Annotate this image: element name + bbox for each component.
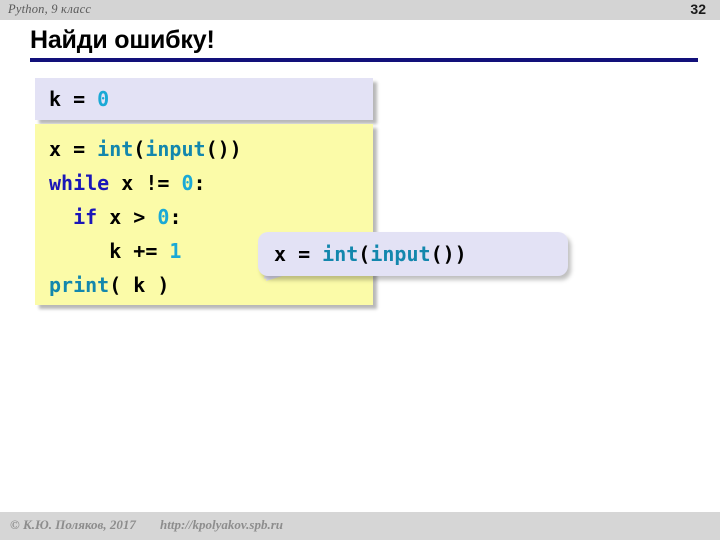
code-token: int [322, 242, 359, 266]
code-token: int [97, 137, 134, 161]
code-token: ( k ) [109, 273, 170, 297]
title-underline-rule [30, 58, 698, 62]
top-header-bar: Python, 9 класс 32 [0, 0, 720, 20]
code-token: if [73, 205, 98, 229]
callout-balloon: x = int(input()) [258, 232, 568, 281]
code-token: ( [358, 242, 371, 266]
code-token: ()) [430, 242, 467, 266]
callout-code-text: x = int(input()) [258, 232, 568, 276]
footer-bar: © К.Ю. Поляков, 2017 http://kpolyakov.sp… [0, 512, 720, 540]
code-token: print [49, 273, 110, 297]
code-token: input [370, 242, 431, 266]
code-line: if x > 0: [49, 200, 373, 234]
code-token: k = [49, 87, 98, 111]
footer-copyright: © К.Ю. Поляков, 2017 [10, 517, 136, 532]
code-token: x != [109, 171, 182, 195]
slide-page-number: 32 [690, 1, 706, 17]
footer-url[interactable]: http://kpolyakov.spb.ru [160, 517, 283, 533]
code-line: k = 0 [49, 82, 373, 116]
code-token: k += [49, 239, 170, 263]
code-token: x > [97, 205, 158, 229]
code-token: 0 [157, 205, 170, 229]
code-token: : [193, 171, 206, 195]
code-token: ()) [205, 137, 242, 161]
code-token: ( [133, 137, 146, 161]
code-token: input [145, 137, 206, 161]
code-block-initialization: k = 0 [35, 78, 373, 120]
page-title: Найди ошибку! [30, 26, 215, 54]
code-token: x = [49, 137, 98, 161]
code-line: x = int(input()) [49, 132, 373, 166]
code-line: while x != 0: [49, 166, 373, 200]
code-token: 0 [181, 171, 194, 195]
course-label: Python, 9 класс [8, 2, 92, 16]
code-token: x = [274, 242, 323, 266]
code-token: while [49, 171, 110, 195]
code-token: 1 [169, 239, 182, 263]
code-token: : [169, 205, 182, 229]
code-token: 0 [97, 87, 110, 111]
